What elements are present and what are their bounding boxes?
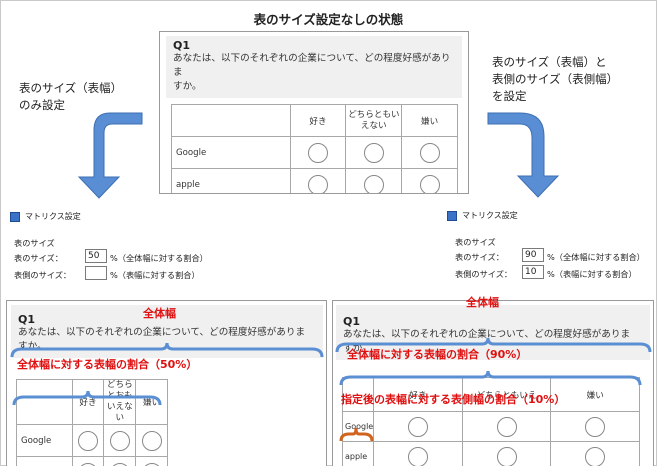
question-text: あなたは、以下のそれぞれの企業について、どの程度好感がありま bbox=[343, 329, 631, 340]
radio-button[interactable] bbox=[585, 446, 606, 466]
group-label: 表のサイズ bbox=[14, 238, 55, 248]
radio-button[interactable] bbox=[109, 430, 130, 451]
question-id: Q1 bbox=[173, 39, 191, 52]
table-size-hint: %（全体幅に対する割合） bbox=[547, 252, 645, 262]
column-header-dislike: 嫌い bbox=[135, 379, 168, 425]
table-size-input[interactable]: 90 bbox=[522, 248, 544, 262]
table-size-label: 表のサイズ： bbox=[14, 253, 63, 263]
radio-button[interactable] bbox=[307, 174, 328, 193]
column-header-dislike: 嫌い bbox=[401, 104, 458, 137]
left-caption: 表のサイズ（表幅） のみ設定 bbox=[19, 81, 123, 112]
dialog-titlebar: マトリクス設定 bbox=[443, 207, 655, 224]
left-full-width-label: 全体幅 bbox=[143, 307, 176, 320]
table-row: Google bbox=[16, 424, 168, 457]
matrix-table: 好き どちら とおも いえない 嫌い Google apple bbox=[16, 379, 168, 466]
table-size-hint: %（全体幅に対する割合） bbox=[110, 253, 208, 263]
page-title: 表のサイズ設定なしの状態 bbox=[253, 12, 404, 27]
column-header-neutral: どちら とおも いえない bbox=[103, 379, 137, 425]
table-header-row: 好き どちら とおも いえない 嫌い bbox=[16, 379, 168, 425]
table-row: Google bbox=[171, 136, 458, 169]
row-label-apple: apple bbox=[16, 456, 73, 466]
matrix-settings-dialog-right: マトリクス設定 表のサイズ 表のサイズ： 90 %（全体幅に対する割合） 表側の… bbox=[443, 207, 655, 285]
row-label-apple: apple bbox=[171, 168, 291, 193]
question-text: あなたは、以下のそれぞれの企業について、どの程度好感がありま bbox=[18, 327, 306, 338]
side-size-label: 表側のサイズ： bbox=[14, 270, 72, 280]
radio-button[interactable] bbox=[141, 462, 162, 466]
side-size-input[interactable]: 10 bbox=[522, 265, 544, 279]
side-size-input[interactable] bbox=[85, 266, 107, 280]
column-header-like: 好き bbox=[289, 104, 347, 137]
radio-button[interactable] bbox=[419, 174, 440, 193]
dialog-titlebar: マトリクス設定 bbox=[6, 208, 214, 225]
radio-button[interactable] bbox=[78, 462, 98, 466]
radio-button[interactable] bbox=[585, 416, 606, 437]
table-row: Google bbox=[341, 411, 640, 442]
dialog-title: マトリクス設定 bbox=[25, 212, 81, 221]
radio-button[interactable] bbox=[408, 416, 429, 437]
row-label-apple: apple bbox=[341, 441, 375, 466]
question-text: あなたは、以下のそれぞれの企業について、どの程度好感がありま bbox=[173, 53, 451, 78]
question-id: Q1 bbox=[343, 315, 361, 328]
default-survey-panel: Q1 あなたは、以下のそれぞれの企業について、どの程度好感がありま すか。 好き… bbox=[159, 31, 469, 194]
table-size-label: 表のサイズ： bbox=[455, 252, 504, 262]
table-and-side-width-survey-panel: Q1 あなたは、以下のそれぞれの企業について、どの程度好感がありま すか。 好き… bbox=[332, 300, 654, 466]
right-side-ratio-label: 指定後の表幅に対する表側幅の割合（10%） bbox=[341, 393, 566, 406]
group-label: 表のサイズ bbox=[455, 237, 496, 247]
table-row: apple bbox=[341, 441, 640, 466]
radio-button[interactable] bbox=[408, 446, 429, 466]
side-size-hint: %（表幅に対する割合） bbox=[110, 270, 200, 280]
right-ratio-label: 全体幅に対する表幅の割合（90%） bbox=[347, 348, 528, 361]
radio-button[interactable] bbox=[141, 430, 162, 451]
column-header-like: 好き bbox=[71, 379, 105, 425]
right-caption: 表のサイズ（表幅）と 表側のサイズ（表側幅） を設定 bbox=[492, 55, 619, 103]
matrix-table: 好き どちらともい えない 嫌い Google apple bbox=[171, 104, 458, 193]
radio-button[interactable] bbox=[78, 430, 98, 451]
row-label-google: Google bbox=[341, 411, 375, 442]
dialog-title: マトリクス設定 bbox=[462, 211, 518, 220]
right-full-width-label: 全体幅 bbox=[466, 296, 499, 309]
row-label-google: Google bbox=[171, 136, 291, 169]
row-label-google: Google bbox=[16, 424, 73, 457]
side-size-hint: %（表幅に対する割合） bbox=[547, 269, 637, 279]
radio-button[interactable] bbox=[363, 174, 384, 193]
radio-button[interactable] bbox=[496, 446, 517, 466]
radio-button[interactable] bbox=[307, 142, 328, 163]
column-header-neutral: どちらともい えない bbox=[345, 104, 403, 137]
matrix-settings-dialog-left: マトリクス設定 表のサイズ 表のサイズ： 50 %（全体幅に対する割合） 表側の… bbox=[6, 208, 214, 285]
table-width-survey-panel: Q1 あなたは、以下のそれぞれの企業について、どの程度好感がありま すか。 好き… bbox=[6, 300, 327, 466]
radio-button[interactable] bbox=[109, 462, 130, 466]
table-row: apple bbox=[171, 168, 458, 193]
side-size-label: 表側のサイズ： bbox=[455, 269, 513, 279]
radio-button[interactable] bbox=[496, 416, 517, 437]
table-row: apple bbox=[16, 456, 168, 466]
table-header-row: 好き どちらともい えない 嫌い bbox=[171, 104, 458, 137]
table-size-input[interactable]: 50 bbox=[85, 249, 107, 263]
radio-button[interactable] bbox=[363, 142, 384, 163]
question-header: Q1 あなたは、以下のそれぞれの企業について、どの程度好感がありま すか。 bbox=[166, 36, 462, 98]
left-ratio-label: 全体幅に対する表幅の割合（50%） bbox=[17, 358, 198, 371]
window-icon bbox=[447, 210, 457, 221]
window-icon bbox=[10, 211, 20, 222]
radio-button[interactable] bbox=[419, 142, 440, 163]
